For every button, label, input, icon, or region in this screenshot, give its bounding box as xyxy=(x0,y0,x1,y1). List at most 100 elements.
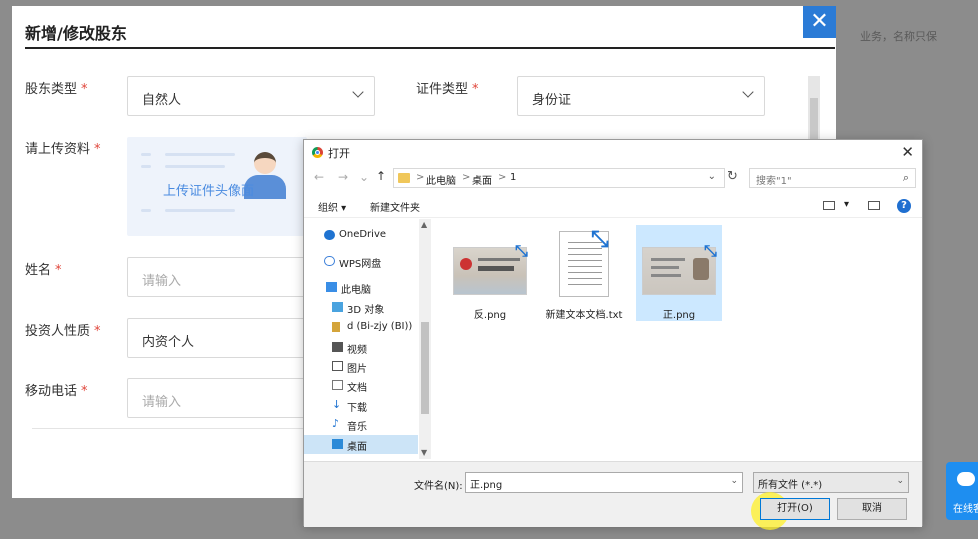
nav-item-label: 文档 xyxy=(347,383,367,394)
modal-title: 新增/修改股东 xyxy=(25,24,127,43)
nav-item-3d-objects[interactable]: 3D 对象 xyxy=(304,298,418,317)
upload-id-front-area[interactable]: 上传证件头像面 xyxy=(127,137,307,236)
scroll-up-icon[interactable]: ▲ xyxy=(421,220,427,229)
dialog-title: 打开 xyxy=(328,147,350,160)
open-button[interactable]: 打开(O) xyxy=(760,498,830,520)
nav-item-drive-d[interactable]: d (Bi-zjy (BI)) xyxy=(304,318,418,337)
dialog-bottom-area: 文件名(N): 正.png ⌄ 所有文件 (*.*) ⌄ 打开(O) 取消 xyxy=(304,461,922,530)
music-icon: ♪ xyxy=(332,417,340,430)
required-mark: * xyxy=(81,82,88,97)
nav-item-label: 下载 xyxy=(347,403,367,414)
id-type-value: 身份证 xyxy=(532,93,572,108)
address-bar[interactable]: > 此电脑 > 桌面 > 1 ⌄ xyxy=(393,168,725,188)
nav-item-pictures[interactable]: 图片 xyxy=(304,357,418,376)
shareholder-type-select[interactable]: 自然人 xyxy=(127,76,375,116)
help-icon[interactable]: ? xyxy=(897,199,911,213)
modal-title-underline xyxy=(25,47,835,49)
nav-item-downloads[interactable]: ↓ 下载 xyxy=(304,396,418,415)
refresh-icon[interactable]: ↻ xyxy=(727,169,738,184)
nav-item-label: 音乐 xyxy=(347,422,367,433)
file-item-zheng-png[interactable]: ⤡ 正.png xyxy=(636,225,722,321)
breadcrumb-separator: > xyxy=(462,172,471,183)
upload-label-text: 请上传资料 xyxy=(25,142,91,157)
computer-icon xyxy=(326,282,337,292)
shortcut-arrow-icon: ⤡ xyxy=(515,241,528,260)
nav-item-music[interactable]: ♪ 音乐 xyxy=(304,415,418,434)
cube-icon xyxy=(332,302,343,312)
video-icon xyxy=(332,342,343,352)
name-label-text: 姓名 xyxy=(25,263,52,278)
upload-label: 请上传资料 * xyxy=(25,138,101,157)
file-item-new-text-txt[interactable]: ⤡ 新建文本文档.txt xyxy=(541,225,627,321)
breadcrumb-folder-1[interactable]: 1 xyxy=(510,172,516,183)
nav-item-this-pc[interactable]: 此电脑 xyxy=(304,278,418,297)
modal-close-button[interactable]: ✕ xyxy=(803,6,836,38)
new-folder-button[interactable]: 新建文件夹 xyxy=(370,199,420,214)
required-mark: * xyxy=(55,263,62,278)
breadcrumb-desktop[interactable]: 桌面 xyxy=(472,172,492,187)
filetype-select[interactable]: 所有文件 (*.*) ⌄ xyxy=(753,472,909,493)
mobile-label: 移动电话 * xyxy=(25,380,88,399)
placeholder-line xyxy=(165,209,235,212)
chrome-icon xyxy=(312,147,323,158)
nav-item-videos[interactable]: 视频 xyxy=(304,338,418,357)
back-arrow-icon[interactable]: ← xyxy=(314,170,324,184)
nav-item-label: 桌面 xyxy=(347,442,367,453)
online-service-label: 在线客服 xyxy=(953,504,978,515)
shortcut-arrow-icon: ⤡ xyxy=(704,241,717,260)
dialog-close-button[interactable]: ✕ xyxy=(901,143,914,161)
file-name: 反.png xyxy=(473,310,507,321)
nav-item-label: d (Bi-zjy (BI)) xyxy=(347,321,413,332)
investor-nature-label-text: 投资人性质 xyxy=(25,324,91,339)
file-item-fan-png[interactable]: ⤡ 反.png xyxy=(447,225,533,321)
nav-item-label: OneDrive xyxy=(339,229,387,240)
filename-input[interactable]: 正.png ⌄ xyxy=(465,472,743,493)
folder-icon xyxy=(398,173,410,183)
chevron-down-icon xyxy=(742,86,754,98)
search-input[interactable]: 搜索"1" ⌕ xyxy=(749,168,916,188)
chevron-down-icon[interactable]: ⌄ xyxy=(730,476,738,486)
view-menu-chevron-icon[interactable]: ▾ xyxy=(844,199,849,210)
nav-item-label: 此电脑 xyxy=(341,285,371,296)
search-placeholder: 搜索"1" xyxy=(756,176,792,187)
mobile-label-text: 移动电话 xyxy=(25,384,78,399)
open-file-dialog: 打开 ✕ ← → ⌄ ↑ > 此电脑 > 桌面 > 1 ⌄ ↻ 搜索"1" ⌕ … xyxy=(303,139,923,530)
mobile-placeholder: 请输入 xyxy=(142,395,182,410)
chevron-down-icon: ⌄ xyxy=(896,476,904,486)
id-type-select[interactable]: 身份证 xyxy=(517,76,765,116)
chevron-down-icon[interactable]: ⌄ xyxy=(708,171,716,182)
filename-label: 文件名(N): xyxy=(414,481,463,492)
preview-pane-icon[interactable] xyxy=(868,201,880,210)
breadcrumb-separator: > xyxy=(498,172,507,183)
nav-item-label: WPS网盘 xyxy=(339,259,382,270)
nav-item-label: 视频 xyxy=(347,345,367,356)
nav-item-desktop[interactable]: 桌面 xyxy=(304,435,418,454)
name-label: 姓名 * xyxy=(25,259,62,278)
required-mark: * xyxy=(94,142,101,157)
name-placeholder: 请输入 xyxy=(142,274,182,289)
nav-item-documents[interactable]: 文档 xyxy=(304,376,418,395)
nav-item-label: 3D 对象 xyxy=(347,305,385,316)
organize-menu-button[interactable]: 组织 ▾ xyxy=(318,199,346,214)
nav-scrollbar-thumb[interactable] xyxy=(421,322,429,414)
cancel-button[interactable]: 取消 xyxy=(837,498,907,520)
id-type-label: 证件类型 * xyxy=(416,78,479,97)
online-service-button[interactable]: 在线客服 xyxy=(946,462,978,520)
dialog-toolbar: 组织 ▾ 新建文件夹 ▾ ? xyxy=(304,194,922,218)
placeholder-line xyxy=(165,153,235,156)
up-arrow-icon[interactable]: ↑ xyxy=(376,169,386,183)
cloud-outline-icon xyxy=(324,256,335,266)
view-mode-icon[interactable] xyxy=(823,201,835,210)
forward-arrow-icon[interactable]: → xyxy=(338,170,348,184)
required-mark: * xyxy=(94,324,101,339)
nav-item-wps-drive[interactable]: WPS网盘 xyxy=(304,252,418,271)
placeholder-line xyxy=(141,153,151,156)
shortcut-arrow-icon: ⤡ xyxy=(591,227,609,252)
file-name: 正.png xyxy=(662,310,696,321)
nav-item-onedrive[interactable]: OneDrive xyxy=(304,226,418,245)
scroll-down-icon[interactable]: ▼ xyxy=(421,448,427,457)
investor-nature-value: 内资个人 xyxy=(142,335,195,350)
nav-item-label: 图片 xyxy=(347,364,367,375)
breadcrumb-this-pc[interactable]: 此电脑 xyxy=(426,172,456,187)
desktop-icon xyxy=(332,439,343,449)
